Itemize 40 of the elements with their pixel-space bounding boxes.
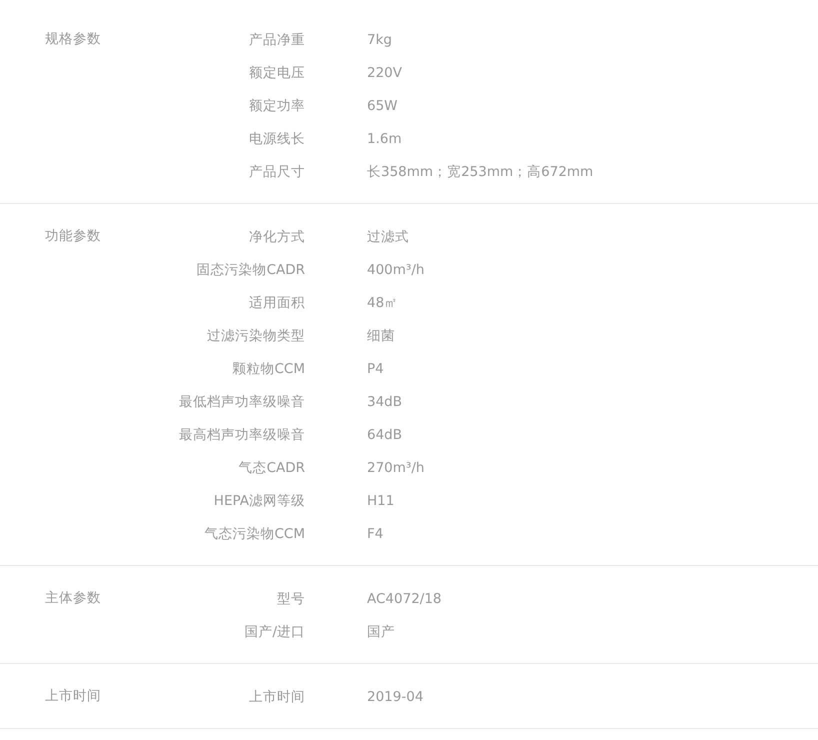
section-title: 功能参数: [45, 227, 102, 246]
spec-label: 净化方式: [248, 228, 305, 246]
spec-value: H11: [367, 492, 396, 508]
spec-value: 220V: [367, 64, 404, 80]
spec-value: 65W: [367, 98, 399, 114]
spec-value: 1.6m: [367, 130, 403, 146]
spec-label: 过滤污染物类型: [206, 326, 305, 344]
spec-label: 上市时间: [248, 688, 305, 706]
section-title: 规格参数: [45, 30, 102, 49]
spec-label: 产品尺寸: [248, 162, 305, 180]
spec-label: 额定电压: [248, 64, 305, 82]
spec-value: 细菌: [367, 326, 396, 344]
spec-label: 型号: [276, 590, 305, 608]
spec-value: 国产: [367, 622, 396, 640]
spec-label: HEPA滤网等级: [212, 492, 305, 510]
section-title: 主体参数: [45, 589, 102, 608]
spec-value: 长358mm；宽253mm；高672mm: [367, 162, 594, 180]
spec-label: 气态CADR: [238, 458, 305, 476]
spec-value: 400m³/h: [367, 262, 424, 278]
spec-label: 最低档声功率级噪音: [178, 392, 305, 410]
spec-label: 气态污染物CCM: [203, 524, 305, 542]
spec-label: 最高档声功率级噪音: [178, 426, 305, 444]
spec-label: 颗粒物CCM: [231, 360, 305, 378]
spec-value: 2019-04: [367, 688, 424, 704]
spec-value: F4: [367, 526, 384, 542]
section-title: 上市时间: [45, 687, 102, 706]
spec-label: 国产/进口: [243, 622, 305, 640]
spec-value: 64dB: [367, 426, 404, 442]
spec-label: 固态污染物CADR: [196, 260, 305, 278]
spec-value: 过滤式: [367, 228, 410, 246]
spec-value: 34dB: [367, 394, 404, 410]
spec-value: P4: [367, 360, 385, 376]
spec-label: 适用面积: [248, 294, 305, 312]
spec-value: 48㎡: [367, 294, 400, 312]
spec-label: 额定功率: [248, 96, 305, 114]
spec-value: 7kg: [367, 32, 393, 48]
spec-value: AC4072/18: [367, 590, 442, 606]
spec-value: 270m³/h: [367, 460, 424, 476]
spec-label: 产品净重: [248, 30, 305, 48]
spec-label: 电源线长: [248, 130, 305, 148]
